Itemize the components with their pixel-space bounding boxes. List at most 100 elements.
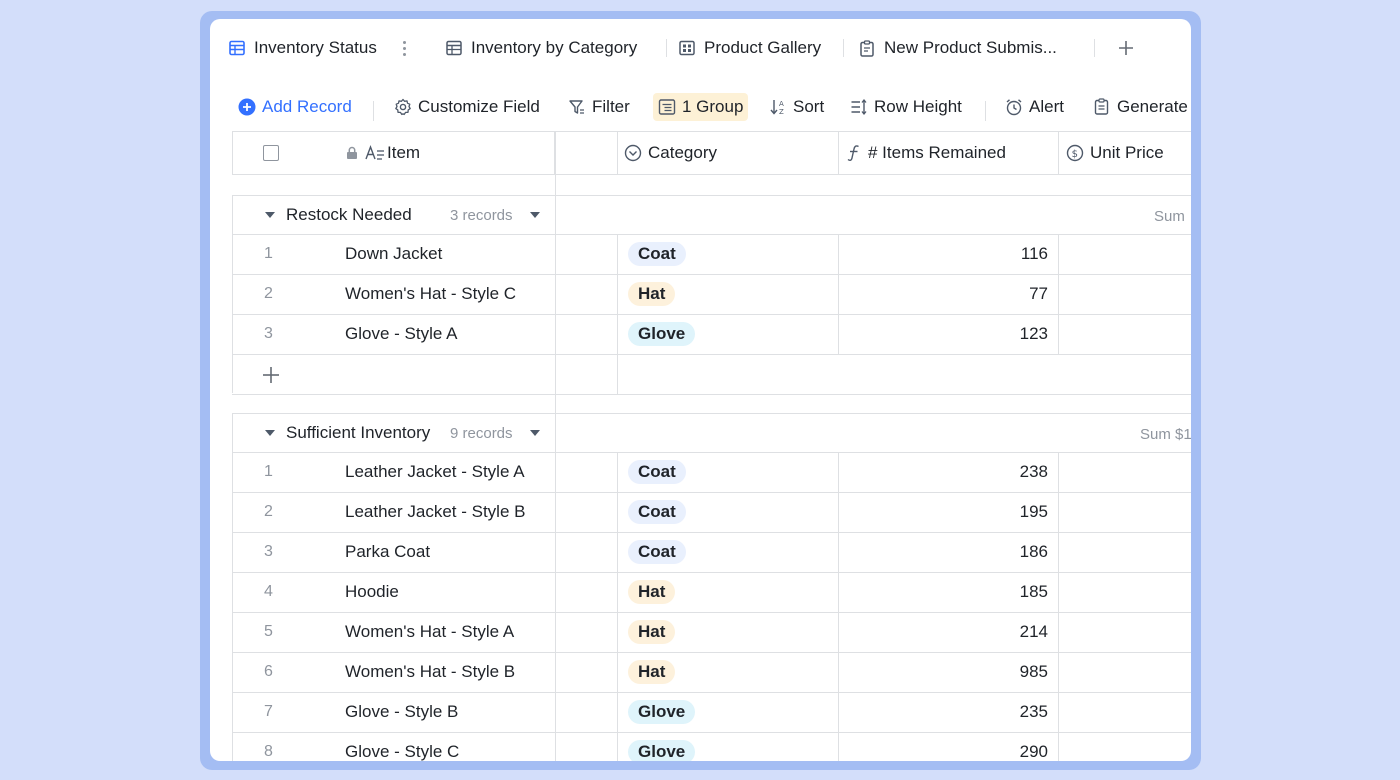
table-row[interactable]: 5 Women's Hat - Style A Hat 214 (232, 613, 1191, 653)
row-number: 7 (264, 703, 273, 720)
item-cell: Leather Jacket - Style B (345, 502, 526, 521)
svg-text:Z: Z (779, 108, 784, 116)
add-record-label: Add Record (262, 97, 352, 116)
customize-field-label: Customize Field (418, 97, 540, 116)
row-height-icon (851, 98, 867, 116)
table-row[interactable]: 2 Leather Jacket - Style B Coat 195 (232, 493, 1191, 533)
add-circle-icon (238, 98, 256, 116)
group-menu-caret-icon[interactable] (530, 212, 540, 218)
table-icon (446, 40, 462, 56)
customize-field-button[interactable]: Customize Field (390, 93, 544, 121)
category-tag: Coat (628, 540, 686, 564)
filter-button[interactable]: Filter (564, 93, 634, 121)
sort-label: Sort (793, 97, 825, 116)
item-cell: Down Jacket (345, 244, 443, 263)
select-all-checkbox[interactable] (263, 145, 279, 161)
tab-label: New Product Submis... (884, 38, 1057, 57)
toolbar-divider (985, 101, 986, 121)
group-menu-caret-icon[interactable] (530, 430, 540, 436)
table-row[interactable]: 3 Parka Coat Coat 186 (232, 533, 1191, 573)
svg-text:A: A (779, 100, 784, 108)
app-card: Inventory Status Inventory by Category P… (210, 19, 1191, 761)
single-select-icon (624, 144, 642, 162)
tab-inventory-status[interactable]: Inventory Status (229, 35, 377, 61)
tab-label: Inventory Status (254, 38, 377, 57)
currency-icon: $ (1066, 144, 1084, 162)
group-sum: Sum $1 (1140, 426, 1191, 443)
category-tag: Hat (628, 620, 676, 644)
category-tag: Hat (628, 660, 676, 684)
qty-cell: 214 (1019, 622, 1048, 641)
plus-icon (263, 367, 279, 383)
collapse-caret-icon[interactable] (265, 430, 275, 436)
svg-text:$: $ (1072, 149, 1078, 160)
gear-icon (395, 98, 411, 116)
column-divider (617, 131, 618, 175)
tab-more-icon[interactable] (398, 37, 410, 59)
tab-new-product-submission[interactable]: New Product Submis... (859, 35, 1057, 61)
tab-label: Inventory by Category (471, 38, 638, 57)
item-cell: Glove - Style B (345, 702, 459, 721)
group-label: 1 Group (682, 97, 744, 116)
alert-label: Alert (1029, 97, 1064, 116)
row-height-button[interactable]: Row Height (846, 93, 966, 121)
tab-divider (666, 39, 667, 57)
generate-button[interactable]: Generate (1089, 93, 1191, 121)
item-cell: Women's Hat - Style C (345, 284, 517, 303)
qty-cell: 290 (1019, 742, 1048, 761)
alert-button[interactable]: Alert (1001, 93, 1068, 121)
collapse-caret-icon[interactable] (265, 212, 275, 218)
group-button[interactable]: 1 Group (653, 93, 749, 121)
category-tag: Glove (628, 700, 696, 724)
window-frame: Inventory Status Inventory by Category P… (200, 11, 1201, 770)
group-header[interactable]: Restock Needed 3 records Sum (232, 195, 1191, 235)
row-number: 5 (264, 623, 273, 640)
tab-inventory-by-category[interactable]: Inventory by Category (446, 35, 637, 61)
item-cell: Glove - Style C (345, 742, 460, 761)
sort-icon: A Z (770, 100, 784, 116)
table-row[interactable]: 2 Women's Hat - Style C Hat 77 (232, 275, 1191, 315)
qty-cell: 77 (1029, 284, 1048, 303)
tab-product-gallery[interactable]: Product Gallery (679, 35, 821, 61)
grid-table-icon (229, 40, 245, 56)
category-tag: Coat (628, 460, 686, 484)
group-icon (658, 99, 676, 115)
row-number: 2 (264, 285, 273, 302)
column-header-items-remained[interactable]: # Items Remained (846, 132, 1006, 174)
column-header-item[interactable]: Item (345, 132, 420, 174)
table-row[interactable]: 3 Glove - Style A Glove 123 (232, 315, 1191, 355)
qty-cell: 185 (1019, 582, 1048, 601)
group-sum: Sum (1154, 208, 1185, 225)
group-left-border (232, 413, 233, 761)
tab-divider (1094, 39, 1095, 57)
add-record-button[interactable]: Add Record (234, 93, 356, 121)
column-divider (617, 235, 618, 395)
group-title: Sufficient Inventory (286, 423, 431, 442)
table-row[interactable]: 4 Hoodie Hat 185 (232, 573, 1191, 613)
table-row[interactable]: 1 Leather Jacket - Style A Coat 238 (232, 453, 1191, 493)
column-label: Item (387, 143, 421, 162)
filter-icon (569, 100, 584, 114)
column-header-unit-price[interactable]: $ Unit Price (1066, 132, 1164, 174)
row-number: 8 (264, 743, 273, 760)
table-row[interactable]: 8 Glove - Style C Glove 290 (232, 733, 1191, 761)
row-number: 1 (264, 463, 273, 480)
item-cell: Women's Hat - Style B (345, 662, 516, 681)
group-count: 9 records (450, 425, 513, 442)
item-cell: Parka Coat (345, 542, 431, 561)
report-icon (1094, 98, 1109, 115)
category-tag: Glove (628, 740, 696, 761)
table-row[interactable]: 6 Women's Hat - Style B Hat 985 (232, 653, 1191, 693)
column-header-category[interactable]: Category (624, 132, 717, 174)
column-divider (1058, 235, 1059, 355)
table-row[interactable]: 1 Down Jacket Coat 116 (232, 235, 1191, 275)
gallery-icon (679, 40, 695, 56)
qty-cell: 123 (1019, 324, 1048, 343)
group-header[interactable]: Sufficient Inventory 9 records Sum $1 (232, 413, 1191, 453)
sort-button[interactable]: A Z Sort (765, 93, 828, 121)
qty-cell: 186 (1019, 542, 1048, 561)
row-number: 3 (264, 543, 273, 560)
add-row-button[interactable] (232, 355, 1191, 395)
add-view-button[interactable] (1114, 35, 1138, 61)
table-row[interactable]: 7 Glove - Style B Glove 235 (232, 693, 1191, 733)
